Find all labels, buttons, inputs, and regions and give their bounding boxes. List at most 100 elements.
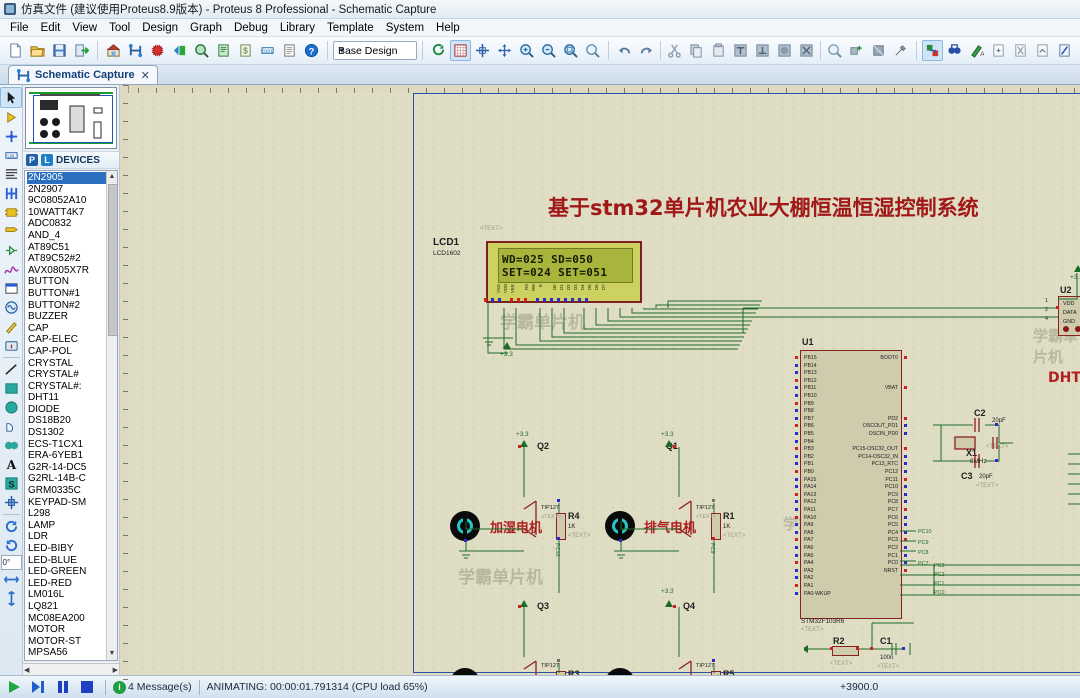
graph-mode-tool[interactable] bbox=[1, 260, 21, 279]
device-list-item[interactable]: AT89C51 bbox=[27, 242, 117, 254]
menu-item-debug[interactable]: Debug bbox=[228, 21, 274, 35]
new-file-icon[interactable] bbox=[5, 40, 26, 61]
menu-item-graph[interactable]: Graph bbox=[184, 21, 228, 35]
scroll-up-icon[interactable]: ▲ bbox=[107, 171, 117, 183]
component-mode-tool[interactable] bbox=[1, 108, 21, 127]
device-list-item[interactable]: CAP-ELEC bbox=[27, 334, 117, 346]
block-copy-icon[interactable] bbox=[730, 40, 751, 61]
buses-tool[interactable] bbox=[1, 184, 21, 203]
device-list-item[interactable]: AT89C52#2 bbox=[27, 253, 117, 265]
virtual-instrument-tool[interactable] bbox=[1, 336, 21, 355]
device-list-item[interactable]: ECS-T1CX1 bbox=[27, 439, 117, 451]
open-file-icon[interactable] bbox=[27, 40, 48, 61]
arc-tool[interactable] bbox=[1, 417, 21, 436]
redo-icon[interactable] bbox=[636, 40, 657, 61]
zoom-out-icon[interactable] bbox=[538, 40, 559, 61]
voltage-probe-tool[interactable] bbox=[1, 317, 21, 336]
device-list-item[interactable]: AND_4 bbox=[27, 230, 117, 242]
tab-schematic-capture[interactable]: Schematic Capture ✕ bbox=[8, 65, 158, 84]
zoom-area-icon[interactable] bbox=[191, 40, 212, 61]
scroll-thumb[interactable] bbox=[108, 184, 117, 336]
mcu-body[interactable]: PB15 PB14 PB13 PB12 PB11 PB10 PB9 PB8 PB7 PB6 PB5 P… bbox=[795, 350, 907, 619]
zoom-in-icon[interactable] bbox=[516, 40, 537, 61]
device-list-item[interactable]: MOTOR-ST bbox=[27, 636, 117, 648]
selection-mode-tool[interactable] bbox=[0, 87, 22, 108]
device-list-item[interactable]: MOTOR bbox=[27, 624, 117, 636]
device-list-item[interactable]: MPSA92 bbox=[27, 659, 117, 660]
paste-icon[interactable] bbox=[708, 40, 729, 61]
box-tool[interactable] bbox=[1, 379, 21, 398]
circle-tool[interactable] bbox=[1, 398, 21, 417]
design-explorer-icon[interactable]: 0101 bbox=[257, 40, 278, 61]
menu-item-library[interactable]: Library bbox=[274, 21, 321, 35]
device-list-item[interactable]: CAP-POL bbox=[27, 346, 117, 358]
device-list-item[interactable]: LDR bbox=[27, 531, 117, 543]
design-selector[interactable]: Base Design ▼ bbox=[332, 41, 418, 60]
step-icon[interactable] bbox=[28, 678, 50, 696]
device-list-item[interactable]: KEYPAD-SM bbox=[27, 497, 117, 509]
pick-badge[interactable]: P bbox=[26, 154, 38, 166]
overview-thumbnail[interactable] bbox=[25, 87, 117, 149]
device-list-item[interactable]: AVX0805X7R bbox=[27, 265, 117, 277]
remove-sheet-icon[interactable] bbox=[1010, 40, 1031, 61]
device-list-item[interactable]: GRM0335C bbox=[27, 485, 117, 497]
origin-marker-icon[interactable] bbox=[1, 493, 21, 512]
wire-autorouter-icon[interactable] bbox=[921, 40, 943, 61]
menu-item-edit[interactable]: Edit bbox=[35, 21, 67, 35]
text-a-icon[interactable]: A bbox=[1, 455, 21, 474]
home-icon[interactable] bbox=[103, 40, 124, 61]
menu-item-tool[interactable]: Tool bbox=[103, 21, 136, 35]
library-badge[interactable]: L bbox=[41, 154, 53, 166]
device-list-item[interactable]: LAMP bbox=[27, 520, 117, 532]
zoom-all-icon[interactable] bbox=[560, 40, 581, 61]
wire-label-tool[interactable]: LBL bbox=[1, 146, 21, 165]
copy-icon[interactable] bbox=[686, 40, 707, 61]
exit-sheet-icon[interactable] bbox=[1032, 40, 1053, 61]
refresh-icon[interactable] bbox=[428, 40, 449, 61]
schematic-canvas[interactable]: 基于stm32单片机农业大棚恒温恒湿控制系统 学霸单片机 学霸单片机 学霸单片机… bbox=[120, 85, 1080, 680]
scroll-right-icon[interactable]: ▶ bbox=[113, 666, 118, 674]
line-tool[interactable] bbox=[1, 360, 21, 379]
device-list-item[interactable]: 10WATT4K7 bbox=[27, 207, 117, 219]
device-list-item[interactable]: G2RL-14B-C bbox=[27, 473, 117, 485]
device-list-item[interactable]: LED-BIBY bbox=[27, 543, 117, 555]
export-icon[interactable] bbox=[71, 40, 92, 61]
device-list-item[interactable]: G2R-14-DC5 bbox=[27, 462, 117, 474]
device-list-item[interactable]: BUZZER bbox=[27, 311, 117, 323]
symbol-s-icon[interactable]: S bbox=[1, 474, 21, 493]
device-list-item[interactable]: BUTTON bbox=[27, 276, 117, 288]
rotate-cw-tool[interactable] bbox=[1, 517, 21, 536]
menu-item-view[interactable]: View bbox=[66, 21, 103, 35]
menu-item-file[interactable]: File bbox=[4, 21, 35, 35]
junction-dot-tool[interactable] bbox=[1, 127, 21, 146]
path-tool[interactable] bbox=[1, 436, 21, 455]
device-pins-tool[interactable] bbox=[1, 241, 21, 260]
property-assignment-icon[interactable]: A bbox=[966, 40, 987, 61]
devices-scrollbar[interactable]: ▲ ▼ bbox=[106, 171, 117, 660]
device-list-item[interactable]: CRYSTAL bbox=[27, 358, 117, 370]
device-list-item[interactable]: CRYSTAL#: bbox=[27, 381, 117, 393]
device-list-item[interactable]: DS1302 bbox=[27, 427, 117, 439]
message-count[interactable]: 4 Message(s) bbox=[128, 681, 192, 693]
zoom-area2-icon[interactable] bbox=[582, 40, 603, 61]
report-icon[interactable] bbox=[279, 40, 300, 61]
scroll-left-icon[interactable]: ◀ bbox=[24, 666, 29, 674]
devices-hscrollbar[interactable]: ◀ ▶ bbox=[23, 663, 119, 675]
origin-icon[interactable] bbox=[472, 40, 493, 61]
new-sheet-icon[interactable] bbox=[988, 40, 1009, 61]
block-delete-icon[interactable] bbox=[796, 40, 817, 61]
tape-recorder-tool[interactable] bbox=[1, 279, 21, 298]
close-icon[interactable]: ✕ bbox=[141, 69, 150, 82]
menu-item-system[interactable]: System bbox=[380, 21, 430, 35]
rotation-value-box[interactable]: 0° bbox=[0, 555, 22, 570]
device-list-item[interactable]: 2N2905 bbox=[27, 172, 117, 184]
subcircuit-tool[interactable] bbox=[1, 203, 21, 222]
pick-device-icon[interactable] bbox=[824, 40, 845, 61]
device-list-item[interactable]: CRYSTAL# bbox=[27, 369, 117, 381]
device-list-item[interactable]: CAP bbox=[27, 323, 117, 335]
play-icon[interactable] bbox=[4, 678, 26, 696]
device-list-item[interactable]: LED-RED bbox=[27, 578, 117, 590]
device-list-item[interactable]: MC08EA200 bbox=[27, 613, 117, 625]
search-tag-icon[interactable] bbox=[944, 40, 965, 61]
device-list-item[interactable]: MPSA56 bbox=[27, 647, 117, 659]
